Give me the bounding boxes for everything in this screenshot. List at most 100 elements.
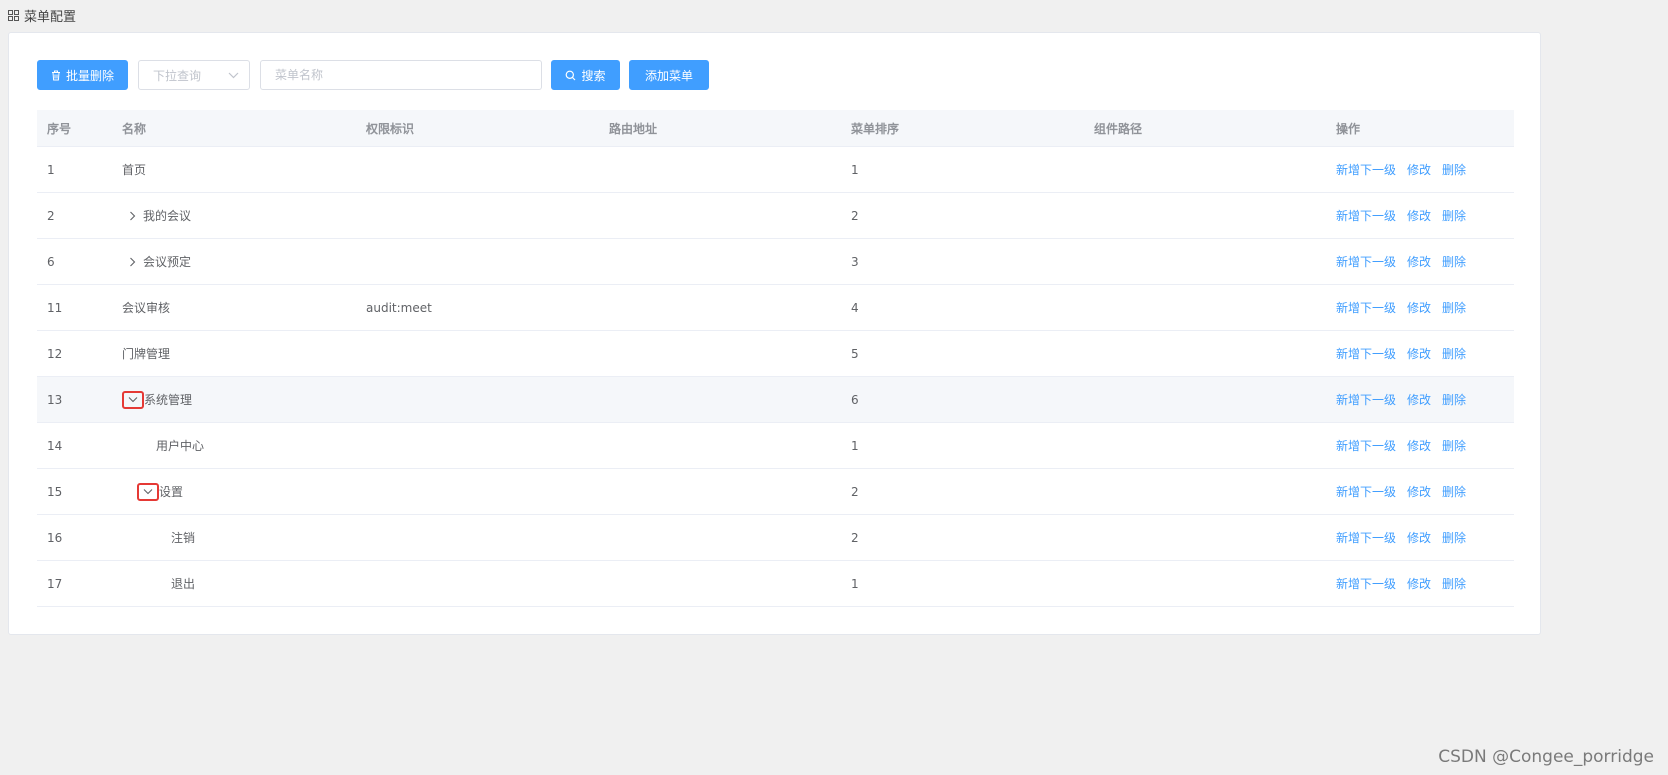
add-menu-button[interactable]: 添加菜单 [629,60,709,90]
delete-link[interactable]: 删除 [1442,299,1466,316]
table-row: 14 用户中心 1 新增下一级 修改 删除 [37,423,1514,469]
cell-name: 设置 [112,482,356,501]
cell-order: 2 [851,208,859,223]
menu-name: 会议预定 [143,255,192,269]
column-header-actions: 操作 [1336,121,1361,136]
menu-name: 注销 [171,531,196,545]
delete-link[interactable]: 删除 [1442,345,1466,362]
table-row: 1 首页 1 新增下一级 修改 删除 [37,147,1514,193]
table-header: 序号 名称 权限标识 路由地址 菜单排序 组件路径 操作 [37,110,1514,147]
content-card: 批量删除 下拉查询 搜索 添加菜单 序号 名称 权限标识 路由地址 菜单排序 组… [8,32,1541,635]
dropdown-placeholder: 下拉查询 [153,68,202,83]
cell-name: 首页 [112,161,356,178]
add-child-link[interactable]: 新增下一级 [1336,161,1396,178]
add-child-link[interactable]: 新增下一级 [1336,253,1396,270]
cell-actions: 新增下一级 修改 删除 [1326,391,1514,408]
dropdown-select[interactable]: 下拉查询 [138,60,250,90]
add-child-link[interactable]: 新增下一级 [1336,391,1396,408]
cell-actions: 新增下一级 修改 删除 [1326,437,1514,454]
cell-name: 我的会议 [112,207,356,224]
cell-order: 6 [851,392,859,407]
edit-link[interactable]: 修改 [1407,299,1431,316]
chevron-right-icon[interactable] [125,255,139,269]
cell-actions: 新增下一级 修改 删除 [1326,575,1514,592]
cell-order: 3 [851,254,859,269]
cell-id: 16 [47,530,63,545]
add-child-link[interactable]: 新增下一级 [1336,575,1396,592]
column-header-component-path: 组件路径 [1094,121,1143,136]
menu-table: 序号 名称 权限标识 路由地址 菜单排序 组件路径 操作 1 首页 1 新增下一… [37,110,1514,607]
add-child-link[interactable]: 新增下一级 [1336,529,1396,546]
add-child-link[interactable]: 新增下一级 [1336,437,1396,454]
grid-icon [8,9,19,21]
add-child-link[interactable]: 新增下一级 [1336,345,1396,362]
search-icon [565,70,576,81]
cell-actions: 新增下一级 修改 删除 [1326,207,1514,224]
delete-link[interactable]: 删除 [1442,437,1466,454]
cell-actions: 新增下一级 修改 删除 [1326,299,1514,316]
edit-link[interactable]: 修改 [1407,529,1431,546]
cell-id: 11 [47,300,63,315]
cell-name: 门牌管理 [112,345,356,362]
delete-link[interactable]: 删除 [1442,575,1466,592]
menu-name: 我的会议 [143,209,192,223]
column-header-name: 名称 [122,121,147,136]
edit-link[interactable]: 修改 [1407,253,1431,270]
menu-name: 会议审核 [122,301,171,315]
menu-name: 门牌管理 [122,347,171,361]
cell-actions: 新增下一级 修改 删除 [1326,161,1514,178]
table-row: 11 会议审核 audit:meet 4 新增下一级 修改 删除 [37,285,1514,331]
delete-link[interactable]: 删除 [1442,161,1466,178]
cell-order: 5 [851,346,859,361]
table-row: 6 会议预定 3 新增下一级 修改 删除 [37,239,1514,285]
table-row: 12 门牌管理 5 新增下一级 修改 删除 [37,331,1514,377]
cell-order: 2 [851,530,859,545]
cell-actions: 新增下一级 修改 删除 [1326,345,1514,362]
table-row: 17 退出 1 新增下一级 修改 删除 [37,561,1514,607]
column-header-id: 序号 [47,121,72,136]
delete-link[interactable]: 删除 [1442,391,1466,408]
cell-order: 4 [851,300,859,315]
column-header-order: 菜单排序 [851,121,900,136]
cell-name: 退出 [112,575,356,592]
column-header-permission: 权限标识 [366,121,415,136]
add-menu-label: 添加菜单 [644,68,693,83]
edit-link[interactable]: 修改 [1407,437,1431,454]
chevron-down-icon[interactable] [137,482,159,501]
chevron-down-icon[interactable] [122,390,144,409]
menu-name: 用户中心 [156,439,205,453]
menu-name: 退出 [171,577,196,591]
delete-link[interactable]: 删除 [1442,529,1466,546]
batch-delete-button[interactable]: 批量删除 [37,60,128,90]
add-child-link[interactable]: 新增下一级 [1336,483,1396,500]
cell-name: 用户中心 [112,437,356,454]
menu-name-input[interactable] [260,60,542,90]
cell-name: 系统管理 [112,390,356,409]
add-child-link[interactable]: 新增下一级 [1336,299,1396,316]
edit-link[interactable]: 修改 [1407,391,1431,408]
delete-link[interactable]: 删除 [1442,253,1466,270]
edit-link[interactable]: 修改 [1407,207,1431,224]
table-row: 2 我的会议 2 新增下一级 修改 删除 [37,193,1514,239]
edit-link[interactable]: 修改 [1407,483,1431,500]
delete-link[interactable]: 删除 [1442,483,1466,500]
edit-link[interactable]: 修改 [1407,161,1431,178]
add-child-link[interactable]: 新增下一级 [1336,207,1396,224]
edit-link[interactable]: 修改 [1407,345,1431,362]
cell-id: 2 [47,208,55,223]
cell-order: 1 [851,162,859,177]
edit-link[interactable]: 修改 [1407,575,1431,592]
cell-order: 2 [851,484,859,499]
cell-id: 13 [47,392,63,407]
chevron-right-icon[interactable] [125,209,139,223]
column-header-route: 路由地址 [609,121,658,136]
cell-actions: 新增下一级 修改 删除 [1326,253,1514,270]
watermark: CSDN @Congee_porridge [1438,747,1654,767]
cell-permission: audit:meet [366,300,432,315]
search-button[interactable]: 搜索 [551,60,620,90]
menu-name: 系统管理 [144,393,193,407]
page-header: 菜单配置 [8,6,76,25]
search-label: 搜索 [581,68,606,83]
delete-link[interactable]: 删除 [1442,207,1466,224]
cell-id: 14 [47,438,63,453]
